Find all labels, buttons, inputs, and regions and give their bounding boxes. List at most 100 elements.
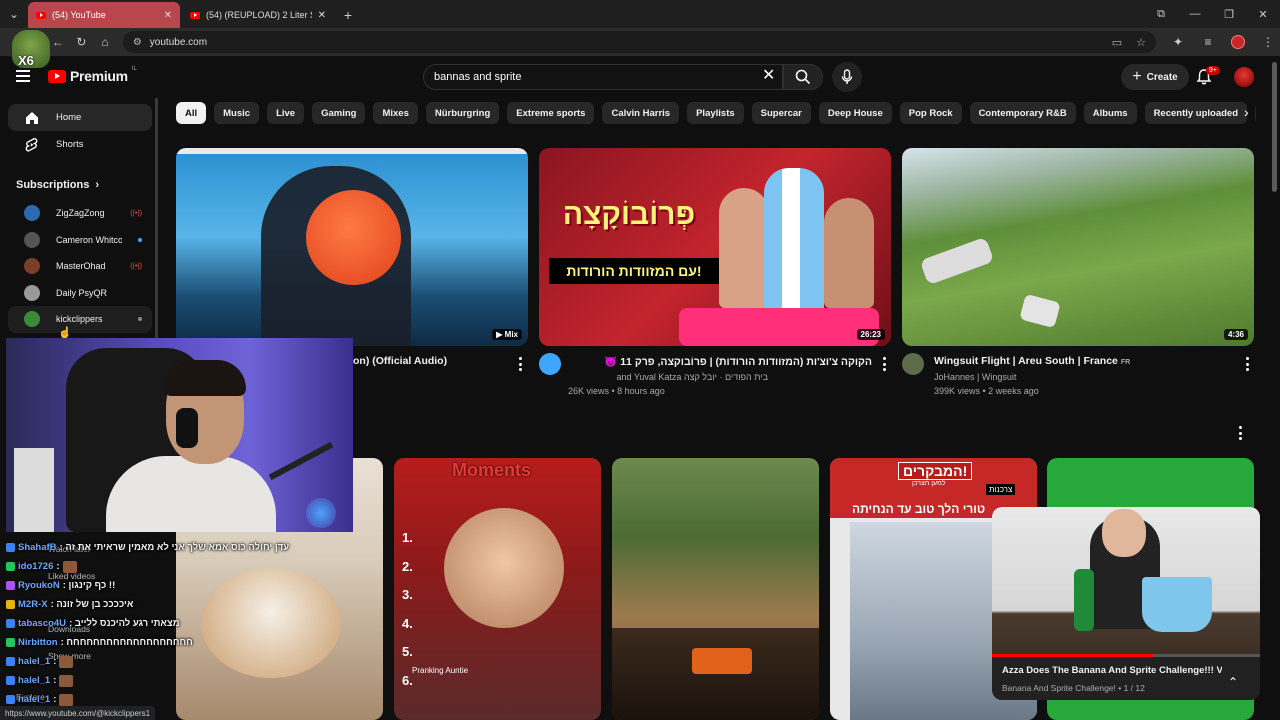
- channel-avatar: [24, 205, 40, 222]
- chat-text: :: [53, 656, 57, 667]
- video-thumbnail[interactable]: ▶︎ Mix: [176, 148, 528, 346]
- youtube-logo[interactable]: Premium IL: [48, 66, 137, 84]
- subscription-item[interactable]: ZigZagZong ((•)): [8, 200, 152, 227]
- subscription-item[interactable]: Daily PsyQR: [8, 280, 152, 307]
- chevron-up-icon[interactable]: ⌃: [1228, 675, 1238, 689]
- miniplayer-progress[interactable]: [992, 654, 1260, 657]
- close-window-icon[interactable]: ✕: [1246, 0, 1280, 28]
- search-button[interactable]: [783, 64, 823, 90]
- sidebar-item-shorts[interactable]: Shorts: [8, 131, 152, 158]
- site-info-icon[interactable]: ⚙: [133, 37, 142, 48]
- guide-menu-icon[interactable]: [16, 70, 30, 82]
- video-channel[interactable]: בית הפודים · יובל קצה and Yuval Katza: [568, 372, 769, 382]
- new-tab-button[interactable]: +: [336, 2, 360, 28]
- miniplayer[interactable]: Azza Does The Banana And Sprite Challeng…: [992, 507, 1260, 700]
- playlist-icon: ▶︎: [496, 330, 505, 339]
- youtube-favicon-icon: [36, 11, 46, 19]
- filter-chip[interactable]: Live: [267, 102, 305, 124]
- browser-toolbar: ← ↻ ⌂ ⚙ youtube.com ▭ ☆ ✦ ≡ ⋮: [0, 28, 1280, 56]
- video-thumbnail[interactable]: 4:36: [902, 148, 1254, 346]
- tab-sprite-video[interactable]: (54) (REUPLOAD) 2 Liter Sprite ✕: [182, 2, 334, 28]
- filter-chip[interactable]: Music: [214, 102, 260, 124]
- video-title[interactable]: on) (Official Audio): [353, 355, 513, 367]
- reload-icon[interactable]: ↻: [70, 30, 94, 54]
- filter-chip[interactable]: Recently uploaded: [1144, 102, 1248, 124]
- chat-text: : מצאתי רגע להיכנס ללייב: [69, 618, 180, 629]
- profile-icon[interactable]: [1226, 30, 1250, 54]
- video-channel[interactable]: JoHannes | Wingsuit: [934, 372, 1016, 382]
- more-actions-icon[interactable]: [882, 357, 886, 371]
- filter-chip[interactable]: Mixes: [373, 102, 418, 124]
- tab-youtube[interactable]: (54) YouTube ✕: [28, 2, 180, 28]
- more-actions-icon[interactable]: [518, 357, 522, 371]
- video-thumbnail[interactable]: פְּרוֹבוֹקָצָה עם המזוודות הורודות! 26:2…: [539, 148, 891, 346]
- channel-avatar[interactable]: [902, 353, 924, 375]
- filter-chip[interactable]: All: [176, 102, 207, 124]
- filter-chip[interactable]: Calvin Harris: [602, 102, 680, 124]
- clear-search-icon[interactable]: ✕: [762, 68, 775, 84]
- sidebar-scrollbar[interactable]: [155, 98, 158, 338]
- filter-chip[interactable]: Gaming: [312, 102, 366, 124]
- sidebar-item-home[interactable]: Home: [8, 104, 152, 131]
- subscription-item[interactable]: Cameron Whitco...: [8, 227, 152, 254]
- tab-search-button[interactable]: ⌄: [0, 0, 28, 28]
- channel-avatar: [24, 231, 40, 248]
- search-input[interactable]: bannas and sprite: [423, 64, 783, 90]
- miniplayer-title[interactable]: Azza Does The Banana And Sprite Challeng…: [1002, 665, 1222, 676]
- minimize-icon[interactable]: —: [1178, 0, 1212, 28]
- filter-chip[interactable]: Playlists: [687, 102, 744, 124]
- more-actions-icon[interactable]: [1245, 357, 1249, 371]
- video-stats: 399K views • 2 weeks ago: [934, 386, 1039, 396]
- chat-message: RyoukoN: כף קינגון !!: [6, 576, 306, 595]
- filter-chip[interactable]: Nürburgring: [425, 102, 500, 124]
- home-icon[interactable]: ⌂: [93, 30, 117, 54]
- restore-icon[interactable]: ❐: [1212, 0, 1246, 28]
- tab-close-icon[interactable]: ✕: [164, 10, 172, 21]
- voice-search-button[interactable]: [832, 62, 862, 92]
- shorts-shelf-menu-icon[interactable]: [1238, 426, 1242, 440]
- miniplayer-video[interactable]: [992, 507, 1260, 655]
- browser-menu-icon[interactable]: ⋮: [1256, 30, 1280, 54]
- chat-message: halel_1:: [6, 652, 306, 671]
- short-thumbnail[interactable]: Moments 1. 2. 3. 4. 5. 6. Pranking Auntie: [394, 458, 601, 720]
- video-title[interactable]: הקוקה צ'וצ'ות (המזוודות הורודות) | פרוֹב…: [568, 355, 872, 368]
- subscription-item[interactable]: MasterOhad ((•)): [8, 253, 152, 280]
- video-title[interactable]: Wingsuit Flight | Areu South | France FR: [934, 355, 1234, 367]
- guide-sidebar: Home Shorts Subscriptions › ZigZagZong (…: [0, 98, 160, 338]
- address-bar[interactable]: ⚙ youtube.com ▭ ☆: [122, 31, 1156, 53]
- chat-emote-icon: [62, 560, 77, 573]
- thumbnail-text: פְּרוֹבוֹקָצָה: [562, 198, 696, 231]
- cast-icon[interactable]: ▭: [1112, 36, 1122, 49]
- mix-label: Mix: [504, 330, 518, 339]
- search-value: bannas and sprite: [434, 71, 522, 83]
- filter-chip[interactable]: Albums: [1083, 102, 1137, 124]
- chat-message: tabasco4U: מצאתי רגע להיכנס ללייב: [6, 614, 306, 633]
- account-avatar[interactable]: [1234, 67, 1254, 87]
- filter-chip[interactable]: Deep House: [818, 102, 892, 124]
- tab-close-icon[interactable]: ✕: [318, 10, 326, 21]
- media-controls-icon[interactable]: ≡: [1196, 30, 1220, 54]
- filter-chip[interactable]: Pop Rock: [899, 102, 962, 124]
- chevron-right-icon[interactable]: ›: [1244, 104, 1249, 120]
- extensions-icon[interactable]: ✦: [1166, 30, 1190, 54]
- channel-avatar[interactable]: [539, 353, 561, 375]
- chat-text: :: [56, 561, 60, 572]
- chat-username: tabasco4U: [18, 618, 67, 629]
- chat-emote-icon: [59, 674, 74, 687]
- create-button[interactable]: + Create: [1121, 64, 1189, 90]
- subscriptions-heading[interactable]: Subscriptions ›: [0, 174, 160, 196]
- chat-message: ido1726:: [6, 557, 306, 576]
- filter-chip[interactable]: Extreme sports: [507, 102, 595, 124]
- filter-chip[interactable]: Watched: [1255, 102, 1256, 124]
- extensions-window-icon[interactable]: ⧉: [1144, 0, 1178, 28]
- subscription-item[interactable]: kickclippers: [8, 306, 152, 333]
- chat-username: ShahafB: [18, 542, 57, 553]
- filter-chip[interactable]: Contemporary R&B: [969, 102, 1076, 124]
- chat-text: : חחחחחחחחחחחחחחחחחחח: [60, 637, 193, 648]
- bookmark-star-icon[interactable]: ☆: [1136, 36, 1146, 49]
- short-thumbnail[interactable]: [612, 458, 819, 720]
- page-scrollbar[interactable]: [1272, 62, 1277, 192]
- chat-message: halel_1:: [6, 671, 306, 690]
- chat-badge-icon: [6, 581, 15, 590]
- filter-chip[interactable]: Supercar: [751, 102, 811, 124]
